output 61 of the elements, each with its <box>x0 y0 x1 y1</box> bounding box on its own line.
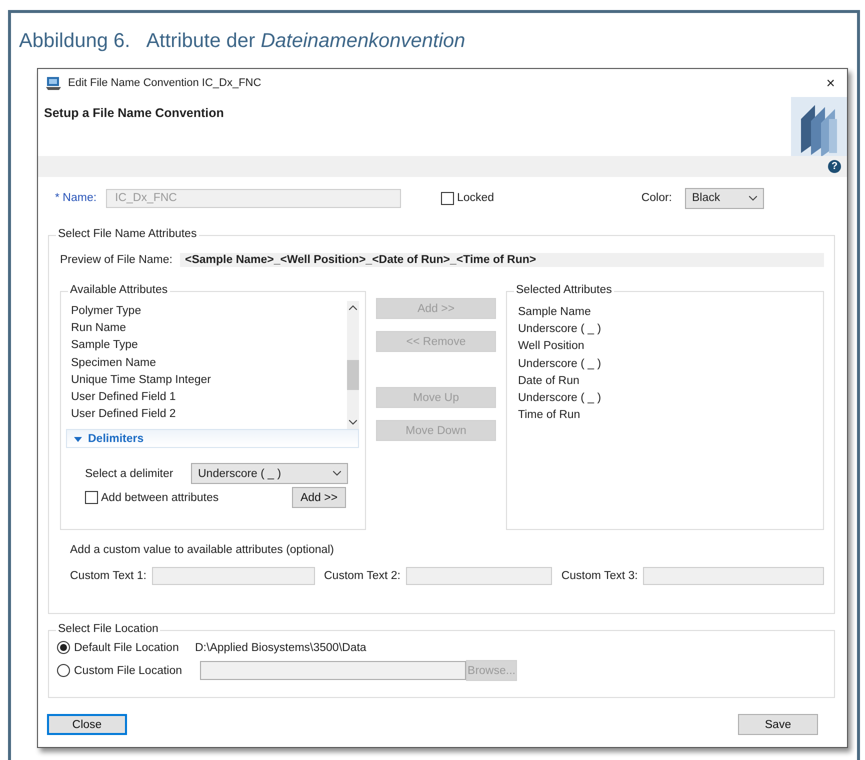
color-dropdown[interactable]: Black <box>685 188 764 208</box>
group-title: Select File Location <box>56 623 160 635</box>
save-button[interactable]: Save <box>738 714 818 735</box>
radio-button[interactable] <box>57 641 70 654</box>
custom-prompt: Add a custom value to available attributes (optional) <box>70 544 336 556</box>
checkbox-label: Locked <box>457 192 494 204</box>
preview-label: Preview of File Name: <box>60 254 172 266</box>
field-label: Custom Text 3: <box>561 570 638 582</box>
group-title: Selected Attributes <box>514 284 614 296</box>
list-item[interactable]: Unique Time Stamp Integer <box>71 372 342 389</box>
header-title: Setup a File Name Convention <box>43 105 225 122</box>
triangle-icon <box>74 434 82 442</box>
list-item[interactable]: Sample Name <box>518 304 812 322</box>
field-label: Select a delimiter <box>85 468 174 480</box>
figure-title: Attribute der Dateinamenkonvention <box>146 30 466 54</box>
input-field[interactable] <box>642 567 824 585</box>
chevron-icon <box>333 471 341 476</box>
path-text: D:\Applied Biosystems\3500\Data <box>195 642 366 654</box>
scrollbar[interactable] <box>347 301 359 429</box>
group-title: Select File Name Attributes <box>56 228 199 240</box>
list-item[interactable]: Well Position <box>518 338 812 356</box>
list-item[interactable]: Time of Run <box>518 407 812 424</box>
checkbox[interactable] <box>441 192 454 204</box>
list-item[interactable]: Underscore ( _ ) <box>518 321 812 338</box>
field-label: Custom Text 1: <box>70 570 146 582</box>
list-item[interactable]: Underscore ( _ ) <box>518 356 812 373</box>
list-item[interactable]: Sample Type <box>71 337 342 355</box>
scroll-down-icon[interactable] <box>349 420 357 425</box>
field-label: Custom Text 2: <box>324 570 400 582</box>
field-label: * Name: <box>55 192 98 204</box>
chevron-icon <box>749 196 757 200</box>
list-item[interactable]: Specimen Name <box>71 354 342 372</box>
list-item[interactable]: Run Name <box>71 320 342 338</box>
input-field[interactable] <box>406 567 552 585</box>
delimiter-dropdown[interactable]: Underscore ( _ ) <box>191 463 348 484</box>
checkbox-label: Add between attributes <box>101 492 220 504</box>
preview-value: <Sample Name>_<Well Position>_<Date of Run>_<Time of Run> <box>180 253 824 267</box>
scroll-up-icon[interactable] <box>349 305 357 310</box>
close-button[interactable]: Close <box>47 714 127 735</box>
field-label: Color: <box>641 192 672 204</box>
add-button[interactable]: Add >> <box>292 487 346 508</box>
input-field[interactable] <box>200 661 466 680</box>
radio-label: Default File Location <box>74 642 180 654</box>
list-item[interactable]: Polymer Type <box>71 303 342 320</box>
list-item[interactable]: Date of Run <box>518 372 812 390</box>
list-item[interactable]: User Defined Field 2 <box>71 406 342 424</box>
group-title: Available Attributes <box>68 284 170 296</box>
app-icon <box>46 76 62 90</box>
close-button[interactable]: × <box>822 74 839 92</box>
input-field[interactable] <box>152 567 315 585</box>
checkbox[interactable] <box>85 491 98 504</box>
radio-button[interactable] <box>57 664 70 677</box>
figure-number: Abbildung 6. <box>19 30 130 54</box>
help-icon[interactable]: ? <box>828 160 841 173</box>
list-item[interactable]: User Defined Field 1 <box>71 388 342 406</box>
list-item[interactable]: Underscore ( _ ) <box>518 390 812 408</box>
window-title: Edit File Name Convention IC_Dx_FNC <box>68 77 262 89</box>
scrollbar-thumb[interactable] <box>347 360 359 390</box>
delimiters-expander[interactable]: Delimiters <box>66 429 359 448</box>
radio-label: Custom File Location <box>74 664 184 676</box>
binders-icon <box>791 97 847 156</box>
